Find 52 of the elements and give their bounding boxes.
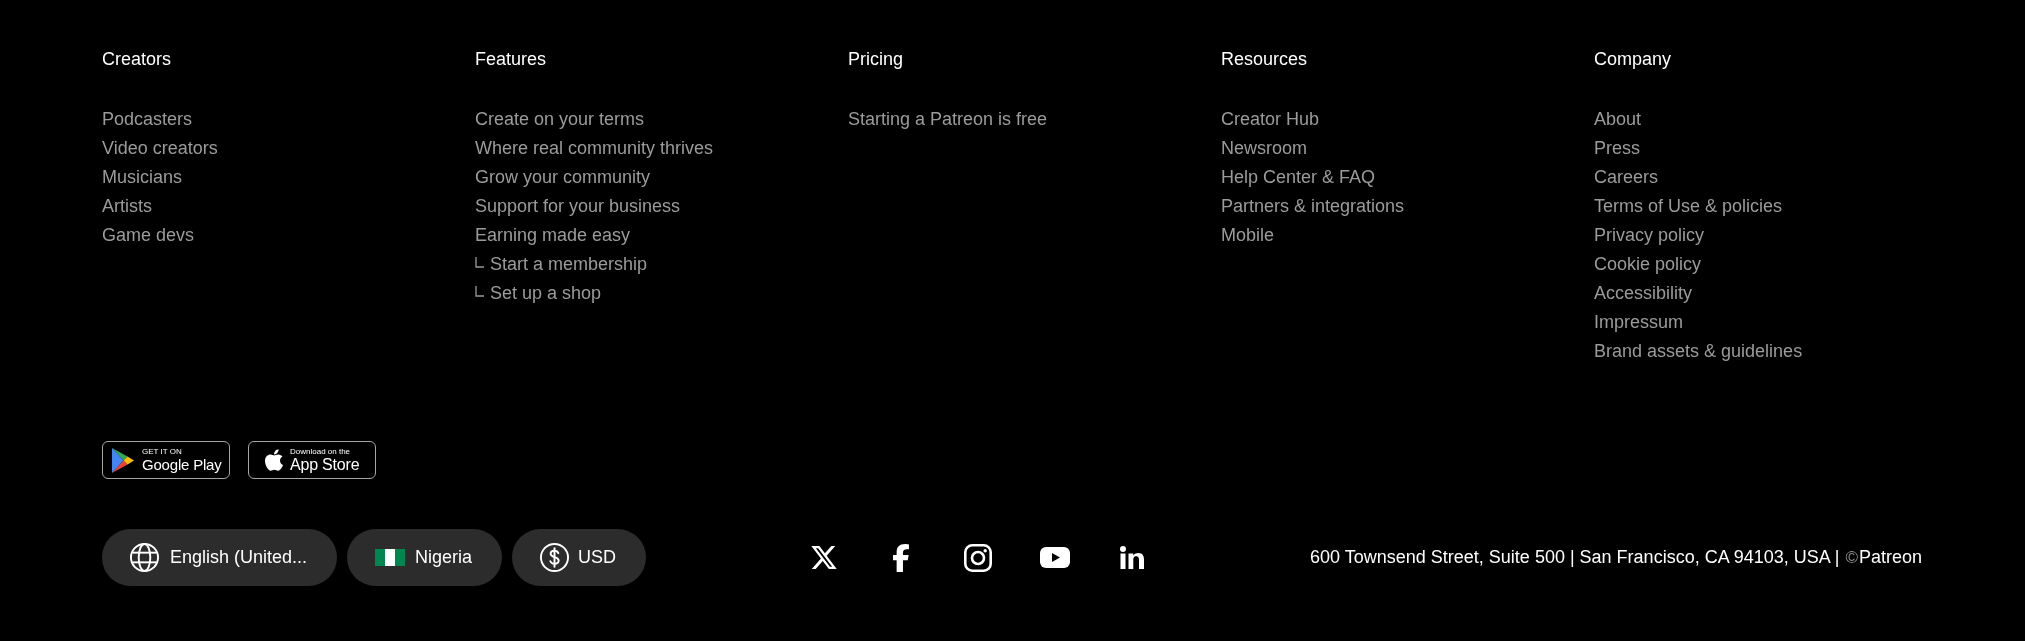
language-selector[interactable]: English (United... <box>102 529 338 586</box>
footer-link[interactable]: Create on your terms <box>475 105 645 134</box>
globe-icon <box>130 543 159 572</box>
footer-link[interactable]: Podcasters <box>102 105 193 134</box>
footer-link[interactable]: Help Center & FAQ <box>1221 163 1376 192</box>
column-heading: Pricing <box>848 48 905 71</box>
google-play-button[interactable]: GET IT ON Google Play <box>102 441 230 479</box>
corner-line-icon <box>475 257 484 268</box>
footer-link[interactable]: Artists <box>102 192 152 221</box>
country-selector[interactable]: Nigeria <box>347 529 503 586</box>
x-icon[interactable] <box>811 546 838 569</box>
address-text: 600 Townsend Street, Suite 500 | San Francisco, CA 94103, USA | <box>1310 547 1840 568</box>
column-heading: Features <box>475 48 548 71</box>
footer-link[interactable]: Impressum <box>1594 308 1683 337</box>
facebook-icon[interactable] <box>893 543 910 572</box>
apple-icon <box>265 449 283 471</box>
footer-link[interactable]: Where real community thrives <box>475 134 714 163</box>
corner-line-icon <box>475 286 484 297</box>
footer-link[interactable]: Creator Hub <box>1221 105 1320 134</box>
column-heading: Resources <box>1221 48 1309 71</box>
column-heading: Company <box>1594 48 1673 71</box>
footer-link[interactable]: Brand assets & guidelines <box>1594 337 1803 366</box>
footer-link[interactable]: Partners & integrations <box>1221 192 1405 221</box>
footer-link[interactable]: Video creators <box>102 134 218 163</box>
footer-link[interactable]: Musicians <box>102 163 183 192</box>
footer-link[interactable]: Careers <box>1594 163 1659 192</box>
youtube-icon[interactable] <box>1040 547 1071 568</box>
footer-link[interactable]: Earning made easy <box>475 221 631 250</box>
footer-link[interactable]: Set up a shop <box>490 279 602 308</box>
footer-link[interactable]: Support for your business <box>475 192 681 221</box>
column-heading: Creators <box>102 48 173 71</box>
footer-link[interactable]: Game devs <box>102 221 195 250</box>
footer-link[interactable]: Start a membership <box>490 250 648 279</box>
currency-selector[interactable]: USD <box>512 529 647 586</box>
footer-link[interactable]: About <box>1594 105 1642 134</box>
footer-link[interactable]: Mobile <box>1221 221 1275 250</box>
instagram-icon[interactable] <box>964 543 993 572</box>
footer-link[interactable]: Accessibility <box>1594 279 1693 308</box>
play-triangle-icon <box>112 447 134 473</box>
footer-link[interactable]: Grow your community <box>475 163 651 192</box>
footer-link[interactable]: Privacy policy <box>1594 221 1705 250</box>
company-name: Patreon <box>1858 547 1922 568</box>
footer-link[interactable]: Starting a Patreon is free <box>848 105 1048 134</box>
footer-link[interactable]: Press <box>1594 134 1640 163</box>
footer-link[interactable]: Cookie policy <box>1594 250 1702 279</box>
flag-icon <box>375 549 406 566</box>
footer-link[interactable]: Terms of Use & policies <box>1594 192 1783 221</box>
linkedin-icon[interactable] <box>1120 546 1145 569</box>
copyright-mark: © <box>1845 547 1858 568</box>
dollar-circle-icon <box>540 543 570 572</box>
footer-link[interactable]: Newsroom <box>1221 134 1308 163</box>
app-store-button[interactable]: Download on the App Store <box>248 441 376 479</box>
